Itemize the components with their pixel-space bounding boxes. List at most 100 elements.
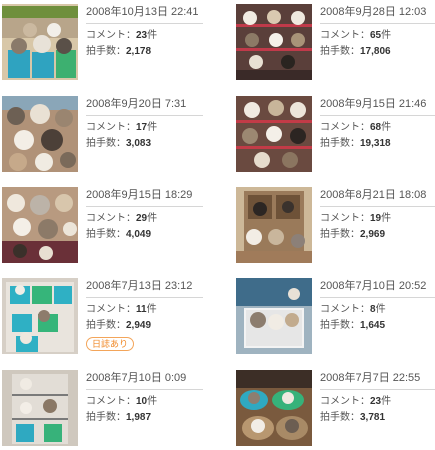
comment-unit: 件	[147, 213, 158, 224]
cat-photo-image	[2, 4, 78, 80]
comment-unit: 件	[381, 396, 392, 407]
comment-count: コメント：11件	[86, 302, 203, 318]
divider	[320, 206, 435, 207]
applause-label: 拍手数：	[320, 138, 360, 149]
photo-entry: 2008年7月7日 22:55 コメント：23件 拍手数：3,781	[234, 366, 435, 446]
entry-date: 2008年7月7日 22:55	[320, 372, 421, 384]
photo-entry-grid: 2008年10月13日 22:41 コメント：23件 拍手数：2,178 200…	[0, 0, 435, 450]
cat-photo-image	[236, 187, 312, 263]
comment-unit: 件	[146, 304, 157, 315]
comment-count: コメント：29件	[86, 211, 203, 227]
applause-count: 拍手数：2,178	[86, 44, 203, 60]
photo-entry: 2008年10月13日 22:41 コメント：23件 拍手数：2,178	[0, 0, 210, 80]
comment-unit: 件	[381, 213, 392, 224]
entry-date: 2008年7月10日 0:09	[86, 372, 187, 384]
cat-photo-image	[2, 278, 78, 354]
cat-photo-image	[236, 96, 312, 172]
cat-photo-image	[2, 187, 78, 263]
comment-value: 65	[370, 30, 382, 41]
entry-date: 2008年9月15日 21:46	[320, 98, 427, 110]
comment-value: 23	[136, 30, 148, 41]
applause-value: 2,969	[360, 229, 386, 240]
applause-label: 拍手数：	[320, 229, 360, 240]
entry-date: 2008年7月10日 20:52	[320, 280, 427, 292]
photo-entry: 2008年9月15日 21:46 コメント：68件 拍手数：19,318	[234, 92, 435, 172]
comment-value: 10	[136, 396, 148, 407]
applause-count: 拍手数：19,318	[320, 136, 435, 152]
photo-entry: 2008年7月10日 0:09 コメント：10件 拍手数：1,987	[0, 366, 210, 446]
applause-value: 1,987	[126, 412, 152, 423]
photo-thumbnail[interactable]	[2, 96, 78, 172]
divider	[320, 23, 435, 24]
photo-thumbnail[interactable]	[236, 370, 312, 446]
comment-label: コメント：	[320, 122, 370, 133]
entry-date: 2008年9月20日 7:31	[86, 98, 187, 110]
applause-label: 拍手数：	[86, 412, 126, 423]
comment-label: コメント：	[86, 304, 136, 315]
cat-photo-image	[2, 96, 78, 172]
comment-unit: 件	[147, 396, 158, 407]
photo-thumbnail[interactable]	[236, 278, 312, 354]
applause-count: 拍手数：3,781	[320, 410, 435, 426]
comment-count: コメント：65件	[320, 28, 435, 44]
comment-unit: 件	[147, 122, 158, 133]
comment-label: コメント：	[320, 396, 370, 407]
cat-photo-image	[2, 370, 78, 446]
comment-value: 17	[136, 122, 148, 133]
applause-count: 拍手数：1,987	[86, 410, 203, 426]
entry-date: 2008年9月28日 12:03	[320, 6, 427, 18]
applause-count: 拍手数：2,969	[320, 227, 435, 243]
photo-thumbnail[interactable]	[236, 96, 312, 172]
comment-count: コメント：17件	[86, 120, 203, 136]
divider	[86, 206, 203, 207]
applause-count: 拍手数：17,806	[320, 44, 435, 60]
applause-label: 拍手数：	[86, 229, 126, 240]
divider	[86, 115, 203, 116]
applause-value: 4,049	[126, 229, 152, 240]
photo-thumbnail[interactable]	[236, 4, 312, 80]
divider	[320, 297, 435, 298]
photo-entry: 2008年8月21日 18:08 コメント：19件 拍手数：2,969	[234, 183, 435, 263]
comment-unit: 件	[375, 304, 386, 315]
comment-count: コメント：23件	[320, 394, 435, 410]
comment-label: コメント：	[86, 122, 136, 133]
photo-thumbnail[interactable]	[236, 187, 312, 263]
diary-badge[interactable]: 日誌あり	[86, 337, 135, 351]
applause-count: 拍手数：2,949	[86, 318, 203, 334]
divider	[86, 389, 203, 390]
applause-count: 拍手数：4,049	[86, 227, 203, 243]
comment-value: 23	[370, 396, 382, 407]
photo-thumbnail[interactable]	[2, 370, 78, 446]
comment-count: コメント：10件	[86, 394, 203, 410]
photo-thumbnail[interactable]	[2, 278, 78, 354]
comment-count: コメント：23件	[86, 28, 203, 44]
photo-thumbnail[interactable]	[2, 4, 78, 80]
applause-value: 19,318	[360, 138, 391, 149]
applause-value: 17,806	[360, 46, 391, 57]
comment-label: コメント：	[86, 213, 136, 224]
applause-label: 拍手数：	[320, 46, 360, 57]
entry-date: 2008年9月15日 18:29	[86, 189, 193, 201]
applause-label: 拍手数：	[86, 46, 126, 57]
photo-entry: 2008年9月20日 7:31 コメント：17件 拍手数：3,083	[0, 92, 210, 172]
applause-count: 拍手数：1,645	[320, 318, 435, 334]
comment-label: コメント：	[86, 30, 136, 41]
comment-count: コメント：8件	[320, 302, 435, 318]
comment-value: 68	[370, 122, 382, 133]
photo-entry: 2008年9月15日 18:29 コメント：29件 拍手数：4,049	[0, 183, 210, 263]
comment-value: 11	[136, 304, 147, 315]
cat-photo-image	[236, 4, 312, 80]
applause-value: 1,645	[360, 320, 386, 331]
cat-photo-image	[236, 278, 312, 354]
comment-label: コメント：	[320, 304, 370, 315]
comment-label: コメント：	[320, 30, 370, 41]
comment-value: 29	[136, 213, 148, 224]
photo-thumbnail[interactable]	[2, 187, 78, 263]
photo-entry: 2008年7月10日 20:52 コメント：8件 拍手数：1,645	[234, 274, 435, 354]
comment-count: コメント：19件	[320, 211, 435, 227]
comment-unit: 件	[381, 122, 392, 133]
applause-label: 拍手数：	[320, 412, 360, 423]
photo-entry: 2008年7月13日 23:12 コメント：11件 拍手数：2,949 日誌あり	[0, 274, 210, 354]
applause-value: 2,949	[126, 320, 152, 331]
divider	[320, 115, 435, 116]
